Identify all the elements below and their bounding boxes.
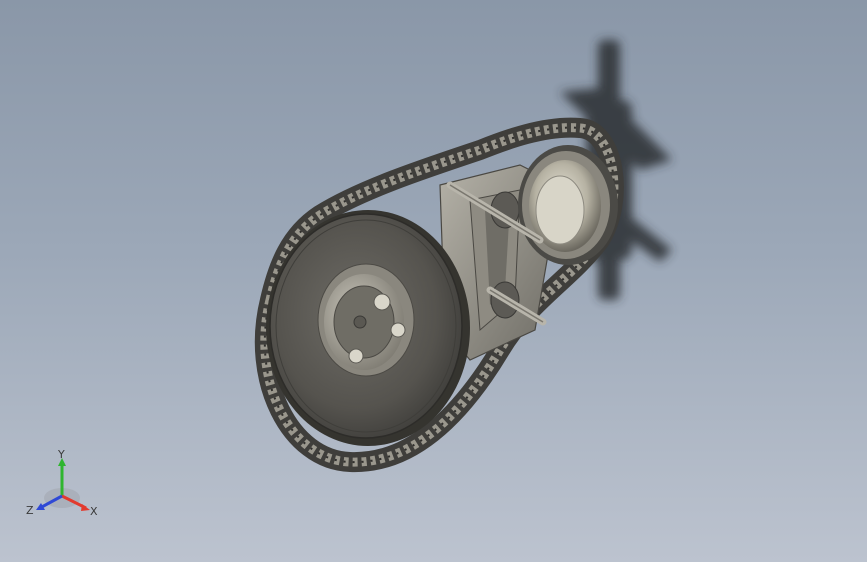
y-axis-label: Y [57, 448, 65, 461]
small-sprocket-bearing[interactable] [518, 145, 618, 265]
coordinate-triad: Y X Z [26, 448, 98, 518]
x-axis-label: X [90, 505, 98, 518]
z-axis-label: Z [26, 504, 34, 517]
x-axis-arrow [81, 504, 90, 511]
cam-hub[interactable] [317, 263, 415, 377]
graphics-viewport[interactable]: Y X Z [0, 0, 867, 562]
timing-chain-assembly-model[interactable] [0, 0, 867, 562]
